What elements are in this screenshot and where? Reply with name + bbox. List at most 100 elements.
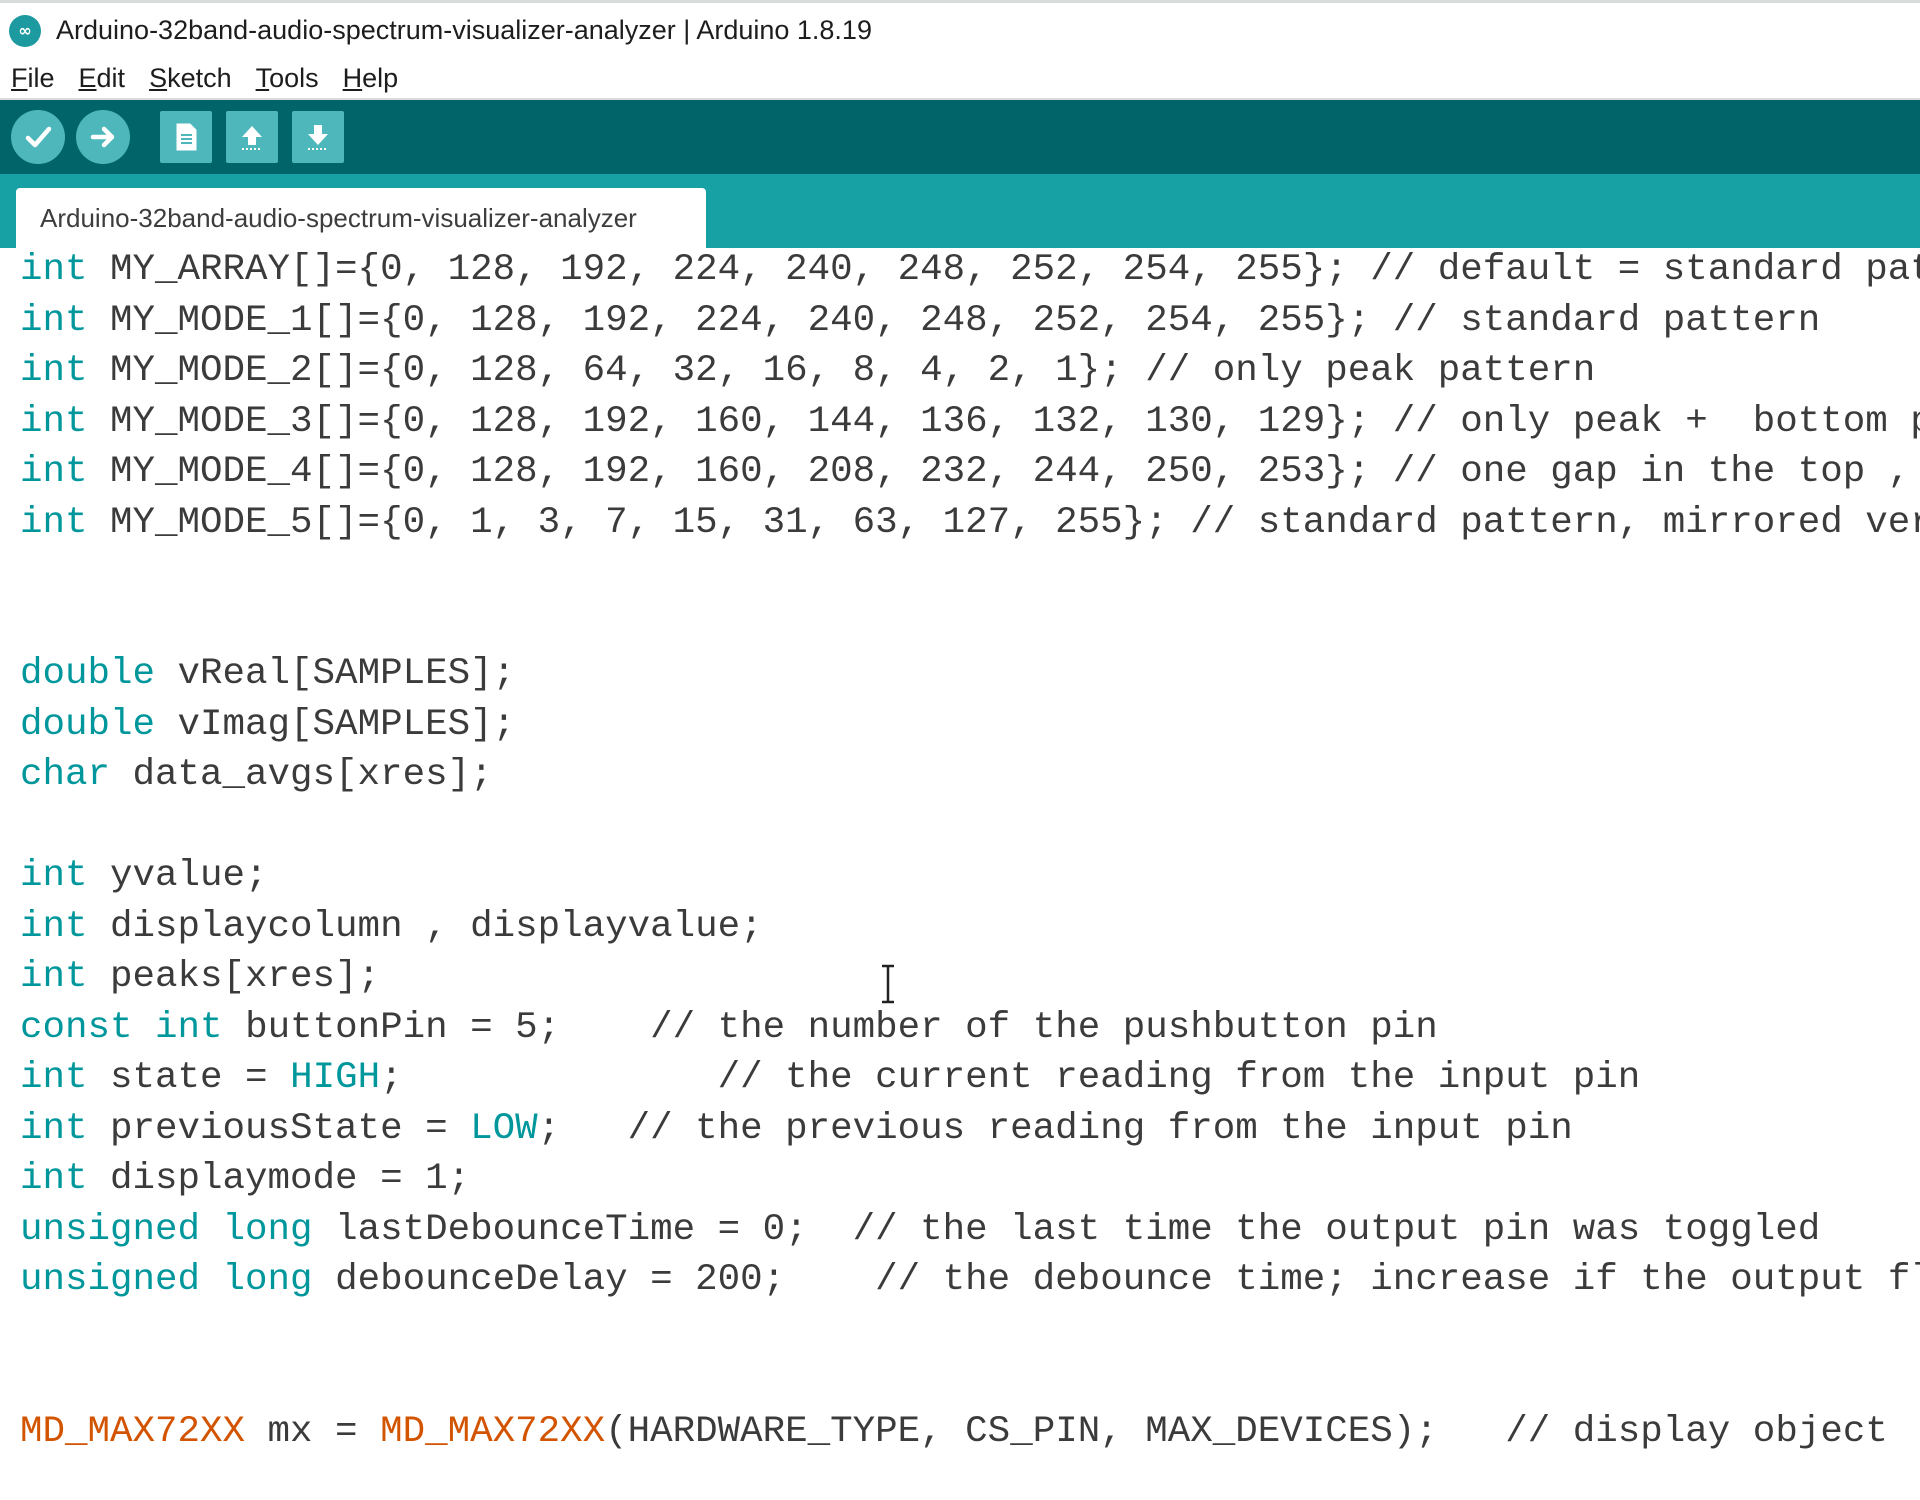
text-cursor-icon <box>882 964 894 1004</box>
arrow-down-icon <box>308 125 328 150</box>
code-text: ; // the current reading from the input … <box>380 1057 1641 1099</box>
code-line: unsigned long lastDebounceTime = 0; // t… <box>20 1205 1820 1255</box>
code-line: int yvalue; <box>20 851 268 901</box>
window-title: Arduino-32band-audio-spectrum-visualizer… <box>56 15 872 45</box>
code-constant: LOW <box>470 1107 538 1150</box>
code-constant: HIGH <box>290 1057 381 1099</box>
code-keyword: int <box>20 956 88 998</box>
code-line: double vImag[SAMPLES]; <box>20 700 515 750</box>
menu-edit-label: dit <box>96 62 126 93</box>
code-text: ; // the previous reading from the input… <box>537 1107 1573 1150</box>
code-line: char data_avgs[xres]; <box>20 750 493 800</box>
open-button[interactable] <box>226 111 278 163</box>
code-keyword: int <box>20 905 88 948</box>
menu-edit-mnemonic: E <box>78 62 97 93</box>
code-text: displaycolumn , displayvalue; <box>87 905 763 948</box>
menu-help[interactable]: Help <box>341 63 401 94</box>
code-keyword: double <box>20 703 156 746</box>
code-text: buttonPin = 5; // the number of the push… <box>222 1006 1438 1049</box>
code-type-name: MD_MAX72XX <box>20 1410 246 1453</box>
code-keyword: int <box>155 1006 223 1049</box>
code-line: int MY_MODE_1[]={0, 128, 192, 224, 240, … <box>20 296 1820 346</box>
code-line: int state = HIGH; // the current reading… <box>20 1053 1640 1103</box>
code-text: MY_MODE_2[]={0, 128, 64, 32, 16, 8, 4, 2… <box>87 350 1596 392</box>
code-keyword: long <box>222 1259 313 1301</box>
menu-edit[interactable]: Edit <box>77 63 128 94</box>
code-line: int peaks[xres]; <box>20 952 380 1002</box>
verify-button[interactable] <box>11 110 65 164</box>
code-line: int MY_ARRAY[]={0, 128, 192, 224, 240, 2… <box>20 248 1920 295</box>
code-editor[interactable]: MD_MAX72XX mx = MD_MAX72XX(HARDWARE_TYPE… <box>0 248 1920 1500</box>
menu-help-mnemonic: H <box>342 62 363 93</box>
code-keyword: int <box>20 299 88 342</box>
menu-sketch-label: ketch <box>167 62 232 93</box>
code-text: debounceDelay = 200; // the debounce tim… <box>312 1259 1920 1301</box>
code-keyword: int <box>20 1057 88 1099</box>
check-icon <box>25 126 52 148</box>
code-keyword: unsigned <box>20 1208 201 1251</box>
menu-tools-mnemonic: T <box>255 62 270 93</box>
code-text: MY_MODE_3[]={0, 128, 192, 160, 144, 136,… <box>87 400 1920 443</box>
save-button[interactable] <box>292 111 344 163</box>
code-line: int MY_MODE_4[]={0, 128, 192, 160, 208, … <box>20 447 1920 497</box>
code-keyword: const <box>20 1006 133 1049</box>
code-type-name: MD_MAX72XX <box>380 1410 606 1453</box>
code-text: MY_ARRAY[]={0, 128, 192, 224, 240, 248, … <box>87 249 1920 291</box>
new-button[interactable] <box>160 111 212 163</box>
code-keyword: int <box>20 1158 88 1200</box>
code-keyword: int <box>20 501 88 544</box>
menu-tools[interactable]: Tools <box>254 63 321 94</box>
code-keyword: int <box>20 350 88 392</box>
menu-tools-label: ools <box>269 62 319 93</box>
code-text: data_avgs[xres]; <box>110 754 493 796</box>
document-icon <box>176 123 197 151</box>
code-keyword: int <box>20 1107 88 1150</box>
upload-button[interactable] <box>76 110 130 164</box>
menu-bar: File Edit Sketch Tools Help <box>0 58 1920 100</box>
arrow-up-icon <box>242 126 262 150</box>
code-line: int previousState = LOW; // the previous… <box>20 1104 1573 1154</box>
code-line: MD_MAX72XX mx = MD_MAX72XX(HARDWARE_TYPE… <box>20 1407 1888 1457</box>
tab-sketch-label: Arduino-32band-audio-spectrum-visualizer… <box>40 202 637 233</box>
code-line: int MY_MODE_5[]={0, 1, 3, 7, 15, 31, 63,… <box>20 498 1920 548</box>
code-keyword: int <box>20 855 88 897</box>
menu-help-label: elp <box>362 62 399 93</box>
code-keyword: unsigned <box>20 1259 201 1301</box>
code-text: lastDebounceTime = 0; // the last time t… <box>312 1208 1821 1251</box>
code-text: yvalue; <box>87 855 268 897</box>
code-keyword: long <box>222 1208 313 1251</box>
code-line: int MY_MODE_3[]={0, 128, 192, 160, 144, … <box>20 397 1920 447</box>
code-text: (HARDWARE_TYPE, CS_PIN, MAX_DEVICES); //… <box>605 1410 1888 1453</box>
code-line: int displaycolumn , displayvalue; <box>20 902 763 952</box>
code-text: mx = <box>245 1410 381 1453</box>
code-line: double vReal[SAMPLES]; <box>20 649 515 699</box>
code-text: vReal[SAMPLES]; <box>155 653 516 695</box>
menu-sketch-mnemonic: S <box>149 62 168 93</box>
tab-sketch[interactable]: Arduino-32band-audio-spectrum-visualizer… <box>16 188 706 248</box>
arrow-right-icon <box>90 126 115 148</box>
code-text: previousState = <box>87 1107 471 1150</box>
sketch-tab-strip: Arduino-32band-audio-spectrum-visualizer… <box>0 174 1920 248</box>
code-line: int MY_MODE_2[]={0, 128, 64, 32, 16, 8, … <box>20 346 1595 396</box>
code-text: peaks[xres]; <box>87 956 381 998</box>
arduino-logo-icon: ∞ <box>9 14 41 47</box>
code-keyword: double <box>20 653 156 695</box>
toolbar <box>0 100 1920 174</box>
code-keyword: int <box>20 400 88 443</box>
menu-file[interactable]: File <box>9 63 57 94</box>
code-text: MY_MODE_4[]={0, 128, 192, 160, 208, 232,… <box>87 451 1920 493</box>
code-text: MY_MODE_5[]={0, 1, 3, 7, 15, 31, 63, 127… <box>87 501 1920 544</box>
code-text: state = <box>87 1057 291 1099</box>
code-line: int displaymode = 1; <box>20 1154 470 1204</box>
code-text: MY_MODE_1[]={0, 128, 192, 224, 240, 248,… <box>87 299 1821 342</box>
menu-sketch[interactable]: Sketch <box>147 63 234 94</box>
code-text: displaymode = 1; <box>87 1158 471 1200</box>
menu-file-mnemonic: F <box>11 62 28 93</box>
code-text: vImag[SAMPLES]; <box>155 703 516 746</box>
code-line: unsigned long debounceDelay = 200; // th… <box>20 1255 1920 1305</box>
code-keyword: char <box>20 754 111 796</box>
title-bar: ∞ Arduino-32band-audio-spectrum-visualiz… <box>0 0 1920 58</box>
